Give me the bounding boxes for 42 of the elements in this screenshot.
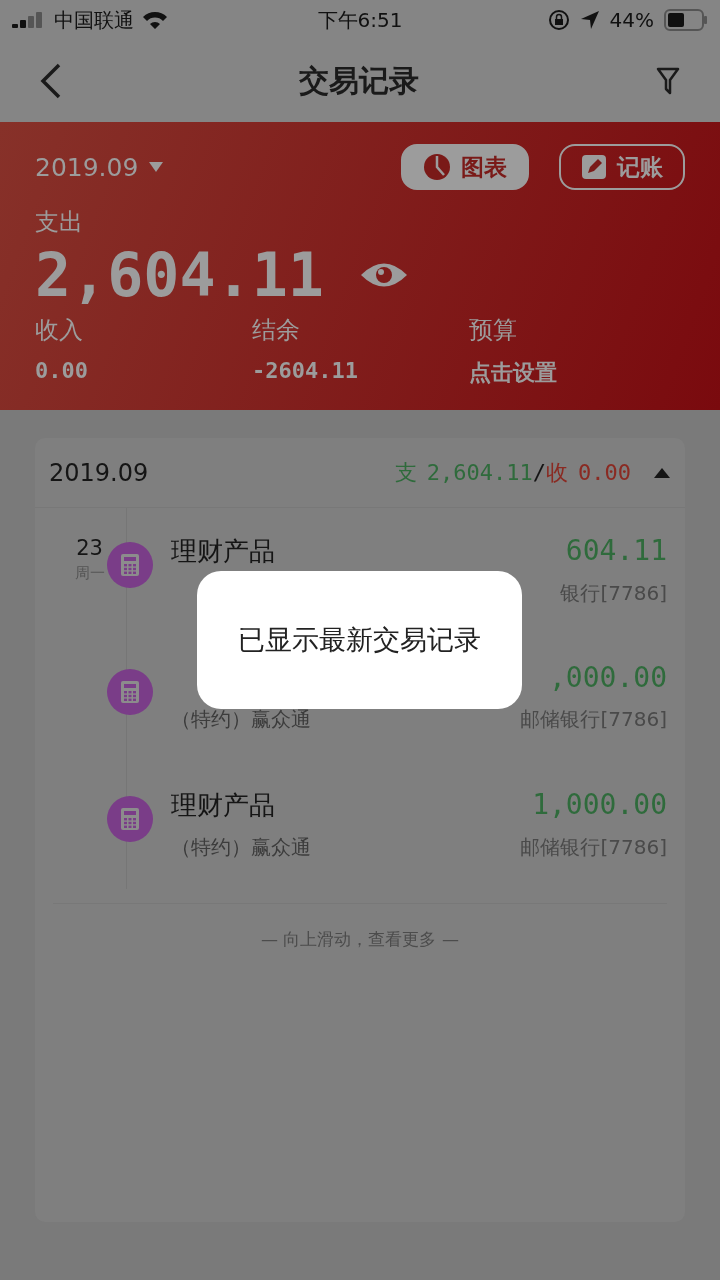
transaction-merchant: （特约）赢众通 [171,706,312,733]
toast-message: 已显示最新交易记录 [238,623,481,657]
back-icon[interactable] [40,63,62,99]
transaction-title: 理财产品 [171,535,276,568]
calculator-icon [120,807,140,831]
caret-icon [148,161,165,173]
stat-value: -2604.11 [252,358,359,385]
expense-label: 支出 [35,207,84,238]
transaction-title: 理财产品 [171,789,276,822]
status-time: 下午6:51 [317,6,403,34]
battery-icon [664,9,708,31]
separator: / [532,460,546,485]
stat-value: 0.00 [35,358,89,385]
edit-icon [581,154,607,180]
filter-icon[interactable] [656,67,680,95]
location-arrow-icon [579,10,600,30]
month-selector[interactable]: 2019.09 [35,152,165,182]
group-income: 0.00 [578,460,631,485]
transaction-amount: ,000.00 [548,661,667,694]
rotation-lock-icon [547,9,570,31]
group-expense: 2,604.11 [426,460,533,485]
bookkeeping-button[interactable]: 记账 [559,144,685,190]
day-date: 23 [76,536,103,560]
group-month: 2019.09 [49,458,150,487]
expense-amount: 2,604.11 [35,240,324,310]
stat-label: 收入 [35,315,84,346]
calculator-icon [120,553,140,577]
income-tag: 收 [546,457,568,488]
transaction-merchant: （特约）赢众通 [171,834,312,861]
page-title: 交易记录 [299,61,419,100]
transaction-amount: 604.11 [564,534,667,568]
transaction-amount: 1,000.00 [531,788,667,822]
stat-label: 结余 [252,315,301,346]
battery-percent: 44% [609,8,654,32]
carrier-name: 中国联通 [54,6,134,34]
calculator-icon [120,680,140,704]
stat-value[interactable]: 点击设置 [469,358,685,388]
stat-label: 预算 [469,315,518,346]
expense-tag: 支 [394,457,417,488]
collapse-icon[interactable] [653,466,671,479]
wifi-icon [142,10,168,30]
chart-button[interactable]: 图表 [401,144,529,190]
